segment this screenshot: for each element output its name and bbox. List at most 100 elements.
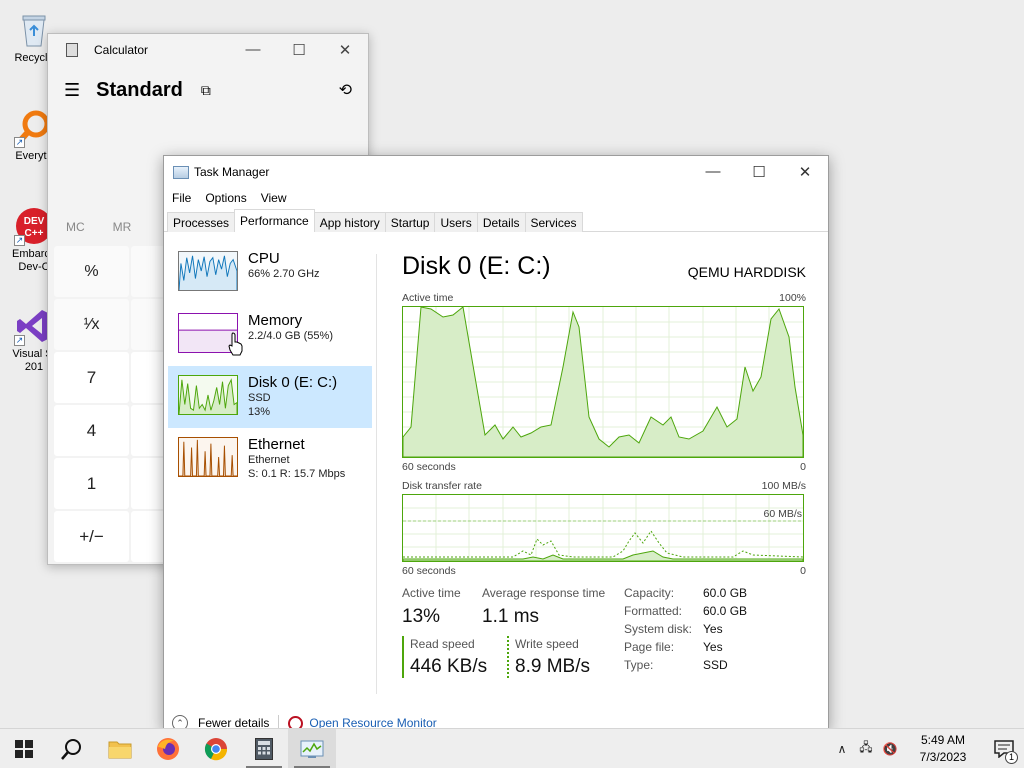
prop-page-file-value: Yes [703, 640, 723, 654]
ethernet-thumbnail-graph [178, 437, 238, 477]
sidebar-item-disk-0[interactable]: Disk 0 (E: C:) SSD 13% [168, 366, 372, 428]
memory-recall-button[interactable]: MR [113, 220, 132, 234]
taskbar-clock[interactable]: 5:49 AM 7/3/2023 [908, 732, 978, 766]
calculator-titlebar[interactable]: Calculator — ☐ ✕ [48, 34, 368, 66]
prop-type-value: SSD [703, 658, 728, 672]
active-time-label: Active time [402, 586, 461, 600]
system-tray: ∧ 🖧 🔇 5:49 AM 7/3/2023 1 [830, 729, 1024, 768]
task-manager-titlebar[interactable]: Task Manager — ☐ ✕ [164, 156, 828, 188]
sidebar-item-cpu[interactable]: CPU 66% 2.70 GHz [168, 242, 372, 304]
prop-formatted-key: Formatted: [624, 604, 683, 618]
transfer-rate-graph-label: Disk transfer rate [402, 480, 482, 492]
tab-details[interactable]: Details [476, 212, 526, 232]
shortcut-arrow-icon: ↗ [14, 137, 25, 148]
active-time-graph [402, 306, 804, 458]
write-speed-value: 8.9 MB/s [515, 656, 590, 677]
tab-app-history[interactable]: App history [313, 212, 386, 232]
hamburger-menu-icon[interactable]: ☰ [64, 80, 80, 101]
taskbar: ∧ 🖧 🔇 5:49 AM 7/3/2023 1 [0, 728, 1024, 768]
search-icon [61, 738, 81, 760]
maximize-button[interactable]: ☐ [736, 163, 782, 181]
network-icon[interactable]: 🖧 [854, 738, 878, 759]
prop-capacity-value: 60.0 GB [703, 586, 748, 600]
transfer-rate-graph-inner: 60 MB/s [763, 508, 802, 520]
keep-on-top-icon[interactable]: ⧉ [201, 82, 211, 99]
svg-text:DEV: DEV [24, 216, 45, 227]
prop-page-file-key: Page file: [624, 640, 675, 654]
close-button[interactable]: ✕ [782, 163, 828, 181]
panel-divider [376, 254, 377, 694]
tab-services[interactable]: Services [524, 212, 583, 232]
read-speed-value: 446 KB/s [410, 656, 488, 677]
tab-users[interactable]: Users [434, 212, 478, 232]
minimize-button[interactable]: — [230, 41, 276, 59]
taskbar-task-manager[interactable] [288, 728, 336, 768]
prop-type-key: Type: [624, 658, 654, 672]
tab-startup[interactable]: Startup [384, 212, 436, 232]
menu-file[interactable]: File [172, 191, 191, 205]
sidebar-item-detail: SSD [248, 392, 271, 404]
close-button[interactable]: ✕ [322, 41, 368, 59]
write-speed-bar [507, 636, 509, 678]
active-time-value: 13% [402, 606, 441, 627]
prop-system-disk-value: Yes [703, 622, 723, 636]
digit-1-key[interactable]: 1 [54, 458, 129, 509]
sidebar-item-detail: 66% 2.70 GHz [248, 268, 320, 280]
tab-strip: Processes Performance App history Startu… [164, 209, 828, 232]
task-manager-window[interactable]: Task Manager — ☐ ✕ File Options View Pro… [163, 155, 829, 731]
firefox-icon [157, 737, 179, 760]
chevron-up-icon[interactable]: ∧ [830, 742, 854, 756]
svg-text:C++: C++ [25, 228, 44, 239]
digit-4-key[interactable]: 4 [54, 405, 129, 456]
sidebar-item-detail: S: 0.1 R: 15.7 Mbps [248, 468, 346, 480]
tab-processes[interactable]: Processes [167, 212, 236, 232]
percent-key[interactable]: % [54, 246, 129, 297]
history-icon[interactable]: ⟲ [339, 80, 352, 100]
taskbar-file-explorer[interactable] [96, 729, 144, 768]
tab-performance[interactable]: Performance [234, 209, 315, 232]
resource-sidebar: CPU 66% 2.70 GHz Memory 2.2/4.0 GB (55%) [168, 242, 372, 490]
sidebar-item-ethernet[interactable]: Ethernet Ethernet S: 0.1 R: 15.7 Mbps [168, 428, 372, 490]
write-speed-label: Write speed [515, 637, 579, 651]
sidebar-item-name: CPU [248, 250, 280, 267]
transfer-rate-graph-xmin: 0 [800, 565, 806, 577]
negate-key[interactable]: +/− [54, 511, 129, 562]
read-speed-bar [402, 636, 404, 678]
digit-7-key[interactable]: 7 [54, 352, 129, 403]
cpu-thumbnail-graph [178, 251, 238, 291]
reciprocal-key[interactable]: ¹⁄x [54, 299, 129, 350]
prop-system-disk-key: System disk: [624, 622, 693, 636]
prop-formatted-value: 60.0 GB [703, 604, 748, 618]
read-speed-label: Read speed [410, 637, 475, 651]
volume-muted-icon[interactable]: 🔇 [878, 742, 902, 756]
search-button[interactable] [48, 729, 96, 768]
task-manager-icon [173, 165, 189, 179]
start-button[interactable] [0, 729, 48, 768]
taskbar-chrome[interactable] [192, 729, 240, 768]
memory-clear-button[interactable]: MC [66, 220, 85, 234]
action-center-button[interactable]: 1 [984, 739, 1024, 764]
hand-cursor-icon [228, 332, 243, 356]
sidebar-item-memory[interactable]: Memory 2.2/4.0 GB (55%) [168, 304, 372, 366]
shortcut-arrow-icon: ↗ [14, 235, 25, 246]
chrome-icon [204, 737, 228, 760]
maximize-button[interactable]: ☐ [276, 41, 322, 59]
taskbar-firefox[interactable] [144, 729, 192, 768]
sidebar-item-name: Disk 0 (E: C:) [248, 374, 338, 391]
minimize-button[interactable]: — [690, 163, 736, 181]
menu-view[interactable]: View [261, 191, 287, 205]
transfer-rate-graph-xlabel: 60 seconds [402, 565, 456, 577]
prop-capacity-key: Capacity: [624, 586, 675, 600]
clock-date: 7/3/2023 [919, 749, 967, 764]
calculator-icon [66, 43, 78, 57]
notification-count-badge: 1 [1005, 750, 1018, 764]
disk-heading: Disk 0 (E: C:) [402, 252, 551, 280]
menu-bar: File Options View [164, 188, 828, 208]
avg-response-value: 1.1 ms [482, 606, 540, 627]
menu-options[interactable]: Options [205, 191, 246, 205]
clock-time: 5:49 AM [920, 732, 966, 747]
performance-panel: CPU 66% 2.70 GHz Memory 2.2/4.0 GB (55%) [164, 232, 828, 731]
task-manager-title: Task Manager [194, 165, 270, 179]
taskbar-calculator[interactable] [240, 729, 288, 768]
disk-thumbnail-graph [178, 375, 238, 415]
